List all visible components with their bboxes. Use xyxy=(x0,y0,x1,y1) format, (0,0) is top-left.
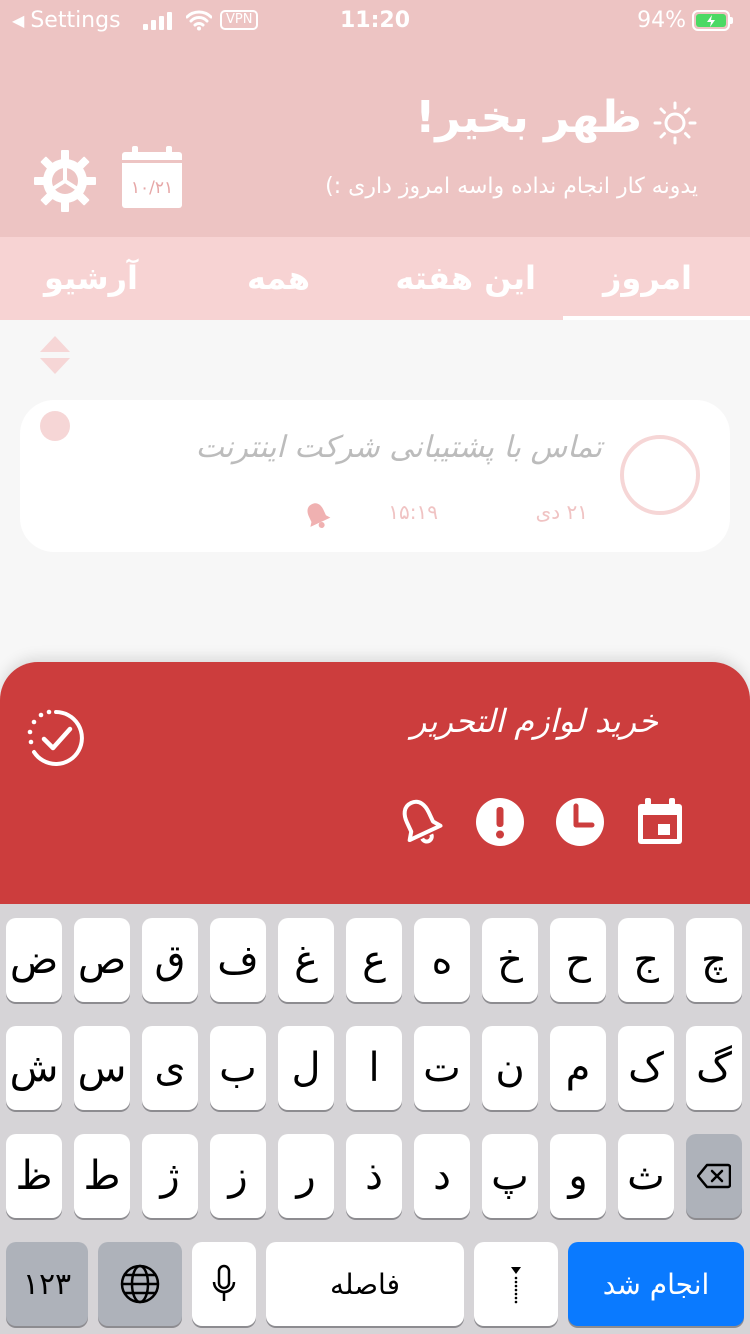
key[interactable]: پ xyxy=(482,1134,538,1218)
key[interactable]: ص xyxy=(74,918,130,1002)
key[interactable]: ک xyxy=(618,1026,674,1110)
task-title: تماس با پشتیبانی شرکت اینترنت xyxy=(195,430,602,465)
key[interactable]: د xyxy=(414,1134,470,1218)
tab-bar: امروز این هفته همه آرشیو xyxy=(0,237,750,320)
key[interactable]: ز xyxy=(210,1134,266,1218)
status-bar: ◀ Settings VPN 11:20 94% xyxy=(0,0,750,44)
key[interactable]: ر xyxy=(278,1134,334,1218)
key[interactable]: ت xyxy=(414,1026,470,1110)
calendar-icon[interactable]: ۱۰/۲۱ xyxy=(122,146,182,208)
globe-key[interactable] xyxy=(98,1242,182,1326)
backspace-icon xyxy=(697,1163,731,1189)
gear-icon[interactable] xyxy=(34,150,96,212)
priority-icon[interactable] xyxy=(474,796,526,848)
reminder-bell-icon xyxy=(307,503,331,528)
key[interactable]: غ xyxy=(278,918,334,1002)
mic-key[interactable] xyxy=(192,1242,256,1326)
key[interactable]: م xyxy=(550,1026,606,1110)
battery-percent: 94% xyxy=(637,8,686,33)
backspace-key[interactable] xyxy=(686,1134,742,1218)
greeting-title: ظهر بخیر! xyxy=(415,92,642,143)
microphone-icon xyxy=(212,1264,236,1301)
new-task-sheet xyxy=(0,662,750,904)
priority-dot xyxy=(40,411,70,441)
active-tab-indicator xyxy=(563,316,750,320)
tab-archive[interactable]: آرشیو xyxy=(44,259,138,297)
reminder-bell-icon[interactable] xyxy=(394,796,446,848)
greeting-subtitle: یدونه کار انجام نداده واسه امروز داری :) xyxy=(325,174,698,199)
date-icon[interactable] xyxy=(634,796,686,848)
key[interactable]: ظ xyxy=(6,1134,62,1218)
task-date: ۲۱ دی xyxy=(535,500,588,524)
key[interactable]: ه xyxy=(414,918,470,1002)
numbers-key[interactable]: ۱۲۳ xyxy=(6,1242,88,1326)
clock-icon[interactable] xyxy=(554,796,606,848)
key[interactable]: ا xyxy=(346,1026,402,1110)
sort-icon[interactable] xyxy=(38,334,72,376)
key[interactable]: ن xyxy=(482,1026,538,1110)
key[interactable]: س xyxy=(74,1026,130,1110)
punctuation-key[interactable] xyxy=(474,1242,558,1326)
battery-icon xyxy=(692,10,733,31)
task-card[interactable]: تماس با پشتیبانی شرکت اینترنت ۲۱ دی ۱۵:۱… xyxy=(20,400,730,552)
new-task-input[interactable] xyxy=(198,702,658,740)
key[interactable]: خ xyxy=(482,918,538,1002)
tab-all[interactable]: همه xyxy=(247,259,310,297)
key[interactable]: ح xyxy=(550,918,606,1002)
key[interactable]: ج xyxy=(618,918,674,1002)
header: ◀ Settings VPN 11:20 94% ظهر بخیر! یدونه… xyxy=(0,0,750,237)
done-key[interactable]: انجام شد xyxy=(568,1242,744,1326)
key[interactable]: ل xyxy=(278,1026,334,1110)
task-complete-checkbox[interactable] xyxy=(620,435,700,515)
key[interactable]: گ xyxy=(686,1026,742,1110)
key[interactable]: ق xyxy=(142,918,198,1002)
key[interactable]: ط xyxy=(74,1134,130,1218)
globe-icon xyxy=(120,1264,160,1304)
key[interactable]: ژ xyxy=(142,1134,198,1218)
task-time: ۱۵:۱۹ xyxy=(388,500,438,524)
key[interactable]: ب xyxy=(210,1026,266,1110)
key[interactable]: ی xyxy=(142,1026,198,1110)
key[interactable]: و xyxy=(550,1134,606,1218)
key[interactable]: ذ xyxy=(346,1134,402,1218)
calendar-date: ۱۰/۲۱ xyxy=(131,178,173,198)
keyboard: ض ص ق ف غ ع ه خ ح ج چ ش س ی ب ل ا ت ن م … xyxy=(0,904,750,1334)
key[interactable]: ث xyxy=(618,1134,674,1218)
key[interactable]: ش xyxy=(6,1026,62,1110)
sun-icon xyxy=(653,101,697,145)
confirm-check-icon[interactable] xyxy=(26,708,86,768)
key[interactable]: چ xyxy=(686,918,742,1002)
key[interactable]: ع xyxy=(346,918,402,1002)
key[interactable]: ف xyxy=(210,918,266,1002)
tab-this-week[interactable]: این هفته xyxy=(395,259,536,297)
punctuation-icon xyxy=(511,1267,521,1304)
tab-today[interactable]: امروز xyxy=(603,259,692,297)
space-key[interactable]: فاصله xyxy=(266,1242,464,1326)
key[interactable]: ض xyxy=(6,918,62,1002)
